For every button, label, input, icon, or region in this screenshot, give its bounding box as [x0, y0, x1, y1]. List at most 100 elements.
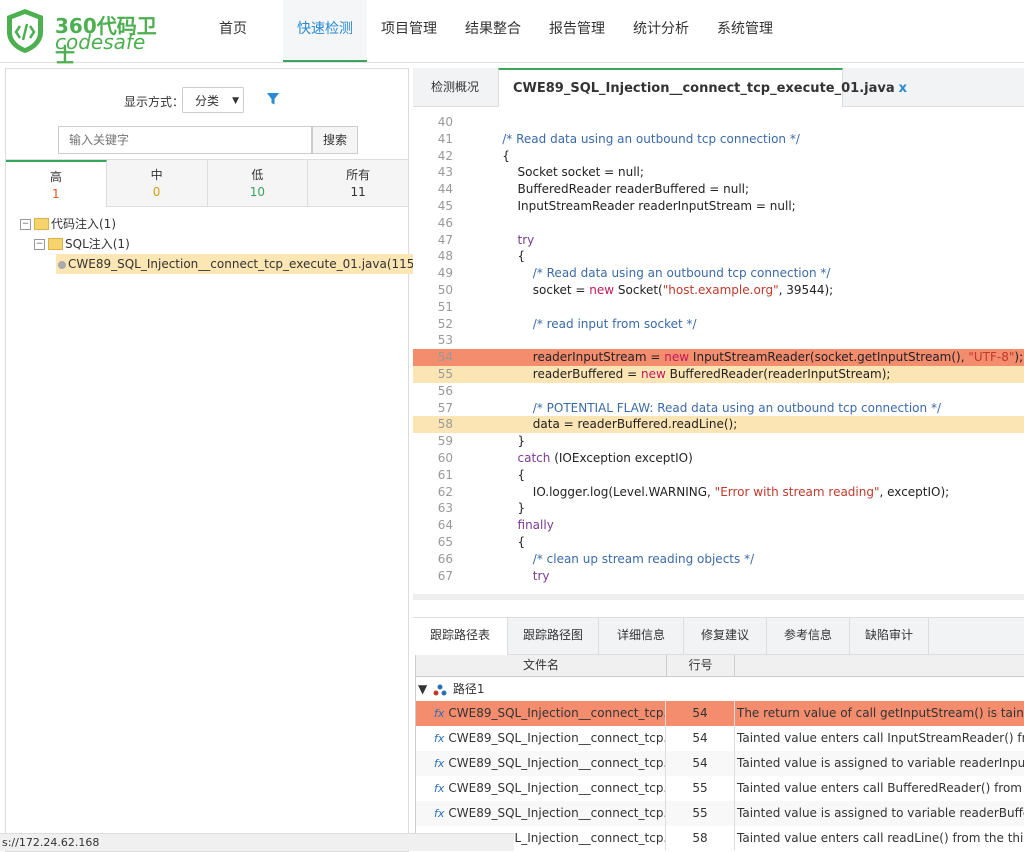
- cell-description: Tainted value enters call BufferedReader…: [737, 781, 1024, 795]
- display-mode-select[interactable]: 分类 ▼: [182, 87, 244, 113]
- code-line[interactable]: 46: [413, 215, 1024, 232]
- cell-file: fxCWE89_SQL_Injection__connect_tcp...: [416, 776, 666, 801]
- table-row[interactable]: fx CWE89_SQL_Injection__connect_tcp... 54 T…: [416, 701, 1024, 726]
- code-line[interactable]: 53: [413, 332, 1024, 349]
- code-line[interactable]: 52 /* read input from socket */: [413, 316, 1024, 333]
- collapse-icon[interactable]: −: [34, 239, 45, 250]
- horizontal-scrollbar[interactable]: [413, 594, 1024, 600]
- tab-severity-all[interactable]: 所有 11: [308, 160, 408, 206]
- tab-severity-medium[interactable]: 中 0: [107, 160, 208, 206]
- code-text: InputStreamReader readerInputStream = nu…: [487, 199, 796, 213]
- tab-trace-graph[interactable]: 跟踪路径图: [508, 618, 599, 654]
- file-tabs: 检测概况 CWE89_SQL_Injection__connect_tcp_ex…: [413, 68, 1024, 107]
- display-mode-label: 显示方式：: [124, 95, 185, 109]
- code-line[interactable]: 42 {: [413, 148, 1024, 165]
- search-input[interactable]: [58, 126, 312, 154]
- table-row[interactable]: fx CWE89_SQL_Injection__connect_tcp... 54 T…: [416, 726, 1024, 751]
- cell-description: Tainted value is assigned to variable re…: [737, 756, 1024, 770]
- line-number: 55: [437, 367, 453, 381]
- tab-references[interactable]: 参考信息: [767, 618, 850, 654]
- code-text: /* Read data using an outbound tcp conne…: [487, 266, 831, 281]
- cell-description: Tainted value enters call InputStreamRea…: [737, 731, 1024, 745]
- code-line[interactable]: 64 finally: [413, 517, 1024, 534]
- code-line[interactable]: 44 BufferedReader readerBuffered = null;: [413, 181, 1024, 198]
- collapse-icon[interactable]: −: [20, 219, 31, 230]
- severity-name: 高: [49, 170, 62, 184]
- nav-home[interactable]: 首页: [205, 0, 261, 60]
- severity-name: 中: [150, 168, 163, 182]
- line-number: 43: [437, 165, 453, 180]
- code-text: try: [532, 568, 550, 583]
- code-line[interactable]: 60 catch (IOException exceptIO): [413, 450, 1024, 467]
- code-line[interactable]: 56: [413, 383, 1024, 400]
- code-line[interactable]: 49 /* Read data using an outbound tcp co…: [413, 265, 1024, 282]
- cell-description: Tainted value enters call readLine() fro…: [737, 831, 1024, 845]
- line-number: 66: [437, 551, 453, 566]
- logo[interactable]: 360代码卫士 codesafe: [5, 8, 175, 67]
- severity-count: 10: [249, 185, 266, 199]
- code-line[interactable]: 55 readerBuffered = new BufferedReader(r…: [413, 366, 1024, 383]
- nav-quick-scan[interactable]: 快速检测: [283, 0, 367, 62]
- table-row[interactable]: fx CWE89_SQL_Injection__connect_tcp... 54 T…: [416, 751, 1024, 776]
- code-line[interactable]: 47 try: [413, 232, 1024, 249]
- code-line[interactable]: 50 socket = new Socket("host.example.org…: [413, 282, 1024, 299]
- search-button[interactable]: 搜索: [312, 126, 358, 154]
- defect-tree: − 代码注入(1) − SQL注入(1) CWE89_SQL_Injection__…: [20, 214, 422, 274]
- line-number: 40: [437, 115, 453, 129]
- logo-subtitle: codesafe: [55, 30, 146, 54]
- tab-trace-table[interactable]: 跟踪路径表: [413, 618, 508, 655]
- column-header-line[interactable]: 行号: [667, 655, 735, 676]
- code-line[interactable]: 67 try: [413, 568, 1024, 585]
- line-number: 42: [437, 148, 453, 163]
- tab-severity-high[interactable]: 高 1: [6, 160, 107, 207]
- code-line[interactable]: 57 /* POTENTIAL FLAW: Read data using an…: [413, 400, 1024, 417]
- tab-details[interactable]: 详细信息: [599, 618, 684, 654]
- expand-triangle-icon[interactable]: ▼: [418, 682, 427, 696]
- code-line[interactable]: 43 Socket socket = null;: [413, 164, 1024, 181]
- close-icon[interactable]: x: [899, 81, 907, 96]
- column-header-file[interactable]: 文件名: [416, 655, 667, 676]
- filter-icon[interactable]: [266, 92, 280, 106]
- nav-result-merge[interactable]: 结果整合: [451, 0, 535, 60]
- code-text: /* POTENTIAL FLAW: Read data using an ou…: [487, 400, 941, 415]
- tab-source-file[interactable]: CWE89_SQL_Injection__connect_tcp_execute…: [498, 68, 907, 107]
- tab-overview[interactable]: 检测概况: [413, 68, 497, 106]
- severity-count: 1: [52, 187, 60, 201]
- code-line[interactable]: 45 InputStreamReader readerInputStream =…: [413, 198, 1024, 215]
- code-text: catch (IOException exceptIO): [517, 451, 693, 465]
- line-number: 57: [437, 400, 453, 415]
- code-editor[interactable]: 40 41 /* Read data using an outbound tcp …: [413, 108, 1024, 596]
- cell-file-text: CWE89_SQL_Injection__connect_tcp...: [448, 731, 666, 745]
- defect-tree-panel: 显示方式： 分类 ▼ 搜索 高 1 中 0 低 10 所有 11 −代: [5, 68, 422, 852]
- code-line[interactable]: 66 /* clean up stream reading objects */: [413, 551, 1024, 568]
- code-line[interactable]: 59 }: [413, 433, 1024, 450]
- code-line[interactable]: 62 IO.logger.log(Level.WARNING, "Error w…: [413, 484, 1024, 501]
- tree-node-label: 代码注入(1): [51, 217, 116, 231]
- code-text: socket = new Socket("host.example.org", …: [487, 283, 834, 297]
- nav-report-management[interactable]: 报告管理: [535, 0, 619, 60]
- tab-defect-audit[interactable]: 缺陷审计: [850, 618, 929, 654]
- nav-statistics[interactable]: 统计分析: [619, 0, 703, 60]
- nav-project-management[interactable]: 项目管理: [367, 0, 451, 60]
- code-line[interactable]: 40: [413, 114, 1024, 131]
- tree-node-sql-injection[interactable]: − SQL注入(1): [20, 234, 408, 254]
- code-line[interactable]: 51: [413, 299, 1024, 316]
- line-number: 63: [437, 501, 453, 516]
- tab-fix-suggestion[interactable]: 修复建议: [684, 618, 767, 654]
- nav-system-management[interactable]: 系统管理: [703, 0, 787, 60]
- code-line[interactable]: 58 data = readerBuffered.readLine();: [413, 416, 1024, 434]
- table-row[interactable]: fx CWE89_SQL_Injection__connect_tcp... 55 T…: [416, 801, 1024, 826]
- code-line[interactable]: 65 {: [413, 534, 1024, 551]
- tree-node-code-injection[interactable]: − 代码注入(1): [20, 214, 408, 234]
- tree-leaf-selected[interactable]: CWE89_SQL_Injection__connect_tcp_execute…: [56, 254, 422, 274]
- code-line[interactable]: 41 /* Read data using an outbound tcp co…: [413, 131, 1024, 148]
- code-line[interactable]: 63 }: [413, 500, 1024, 517]
- code-line[interactable]: 54 readerInputStream = new InputStreamRe…: [413, 349, 1024, 367]
- tab-severity-low[interactable]: 低 10: [208, 160, 309, 206]
- code-line[interactable]: 61 {: [413, 467, 1024, 484]
- path-group-row[interactable]: ▼ 路径1: [416, 677, 1024, 701]
- code-line[interactable]: 48 {: [413, 248, 1024, 265]
- shield-logo-icon: [7, 9, 43, 53]
- table-row[interactable]: fx CWE89_SQL_Injection__connect_tcp... 55 T…: [416, 776, 1024, 801]
- tree-leaf-file[interactable]: CWE89_SQL_Injection__connect_tcp_execute…: [20, 254, 422, 274]
